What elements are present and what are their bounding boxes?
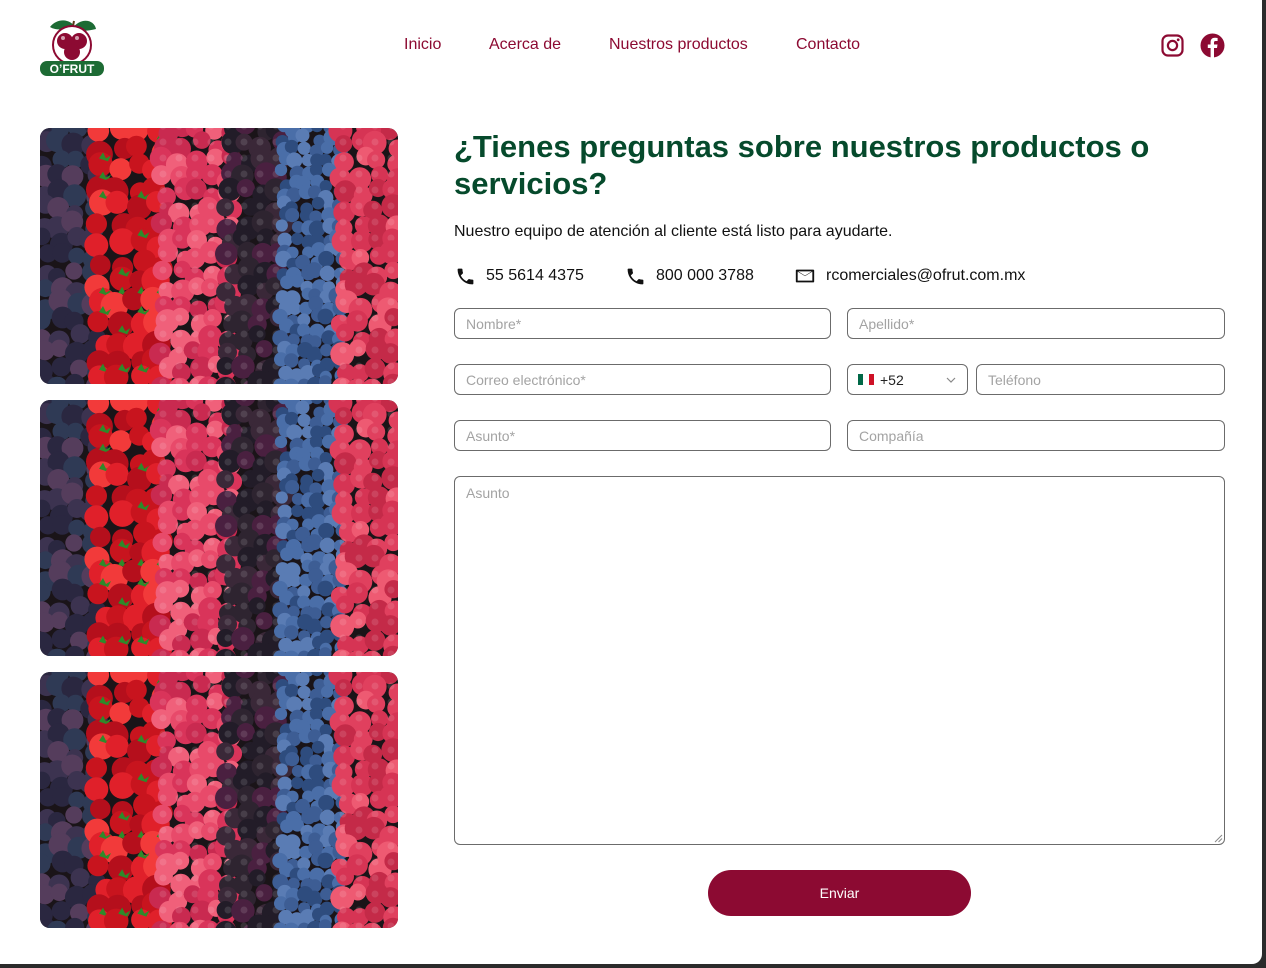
email-address: rcomerciales@ofrut.com.mx [826, 267, 1026, 284]
logo-text: O’FRUT [50, 62, 95, 76]
phone-number: 55 5614 4375 [486, 267, 584, 284]
apellido-input[interactable] [847, 308, 1225, 339]
message-textarea[interactable] [454, 476, 1225, 845]
nav-item-inicio[interactable]: Inicio [404, 36, 441, 54]
compania-input[interactable] [847, 420, 1225, 451]
facebook-icon[interactable] [1200, 33, 1225, 58]
page-subtitle: Nuestro equipo de atención al cliente es… [454, 223, 893, 240]
berries-photo [40, 400, 398, 656]
resize-handle-icon[interactable] [1214, 834, 1223, 843]
ofrut-logo[interactable]: O’FRUT [38, 15, 106, 77]
asunto-input[interactable] [454, 420, 831, 451]
nav-item-acerca-de[interactable]: Acerca de [489, 36, 561, 54]
contact-phone-2[interactable]: 800 000 3788 [625, 265, 754, 287]
country-code-value: +52 [880, 371, 904, 388]
contact-email[interactable]: rcomerciales@ofrut.com.mx [794, 265, 1025, 287]
instagram-icon[interactable] [1160, 33, 1185, 58]
mail-icon [795, 269, 815, 283]
page: O’FRUT Inicio Acerca de Nuestros product… [0, 0, 1262, 964]
email-input[interactable] [454, 364, 831, 395]
nav-item-nuestros-productos[interactable]: Nuestros productos [609, 36, 748, 54]
page-title: ¿Tienes preguntas sobre nuestros product… [454, 129, 1150, 201]
mexico-flag-icon [858, 374, 874, 385]
nombre-input[interactable] [454, 308, 831, 339]
chevron-down-icon [946, 377, 956, 383]
berries-photo [40, 128, 398, 384]
telefono-input[interactable] [976, 364, 1225, 395]
phone-number: 800 000 3788 [656, 267, 754, 284]
country-code-select[interactable]: +52 [847, 364, 968, 395]
berries-photo [40, 672, 398, 928]
submit-button[interactable]: Enviar [708, 870, 971, 916]
phone-icon [457, 268, 474, 284]
phone-icon [627, 268, 644, 284]
contact-phone-1[interactable]: 55 5614 4375 [455, 265, 584, 287]
nav-item-contacto[interactable]: Contacto [796, 36, 860, 54]
